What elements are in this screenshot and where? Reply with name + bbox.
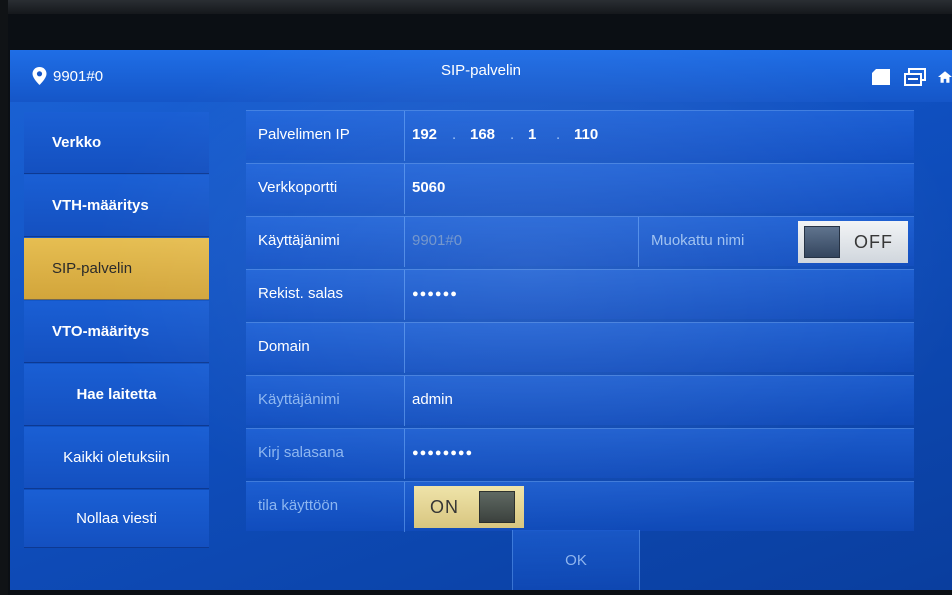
sidebar-item-label: VTO-määritys <box>52 323 150 340</box>
toggle-knob <box>804 226 840 258</box>
toggle-state: OFF <box>854 231 893 252</box>
divider <box>404 376 405 426</box>
sidebar-item-reset[interactable]: Nollaa viesti <box>24 490 209 548</box>
toggle-knob <box>479 491 515 523</box>
domain-row: Domain <box>246 322 914 373</box>
port-label: Verkkoportti <box>258 179 338 196</box>
sd-card-icon[interactable] <box>870 68 892 86</box>
sidebar-item-defaults[interactable]: Kaikki oletuksiin <box>24 427 209 489</box>
ok-button[interactable]: OK <box>512 530 640 590</box>
sidebar-item-label: SIP-palvelin <box>52 260 133 277</box>
ip-separator: . <box>556 126 561 143</box>
enable-row: tila käyttöön ON <box>246 481 914 532</box>
custom-name-label: Muokattu nimi <box>651 232 745 249</box>
top-bar: 9901#0 SIP-palvelin <box>10 50 952 102</box>
sidebar-item-vth[interactable]: VTH-määritys <box>24 175 209 237</box>
toggle-state: ON <box>430 496 459 517</box>
domain-label: Domain <box>258 338 310 355</box>
network-icon[interactable] <box>904 68 926 86</box>
sidebar-item-label: Kaikki oletuksiin <box>63 449 170 466</box>
enable-toggle[interactable]: ON <box>414 486 524 528</box>
login-password-row: Kirj salasana ●●●●●●●● <box>246 428 914 479</box>
page-title: SIP-palvelin <box>440 62 522 79</box>
ip-octet: 110 <box>574 126 599 143</box>
login-username-label: Käyttäjänimi <box>258 391 340 408</box>
reg-password-field[interactable]: ●●●●●● <box>412 288 458 300</box>
reg-password-row: Rekist. salas ●●●●●● <box>246 269 914 320</box>
divider <box>404 482 405 532</box>
divider <box>404 164 405 214</box>
screen: 9901#0 SIP-palvelin Verkko VTH-määritys … <box>10 50 952 590</box>
ip-octet: 168 <box>470 126 496 143</box>
sidebar-item-vto[interactable]: VTO-määritys <box>24 301 209 363</box>
home-icon[interactable] <box>938 68 952 86</box>
port-row: Verkkoportti 5060 <box>246 163 914 214</box>
divider <box>404 270 405 320</box>
login-password-label: Kirj salasana <box>258 444 344 461</box>
sidebar-item-label: VTH-määritys <box>52 197 149 214</box>
status-icons <box>870 68 952 86</box>
sidebar-item-sip[interactable]: SIP-palvelin <box>24 238 209 300</box>
sidebar-item-verkko[interactable]: Verkko <box>24 112 209 174</box>
username-label: Käyttäjänimi <box>258 232 340 249</box>
server-ip-label: Palvelimen IP <box>258 126 350 143</box>
device-bezel-left <box>0 0 8 595</box>
ip-separator: . <box>452 126 457 143</box>
custom-name-toggle[interactable]: OFF <box>798 221 908 263</box>
device-bezel <box>0 0 952 14</box>
sidebar-item-label: Nollaa viesti <box>76 510 157 527</box>
divider <box>404 217 405 267</box>
divider <box>404 429 405 479</box>
login-username-row: Käyttäjänimi admin <box>246 375 914 426</box>
divider <box>404 323 405 373</box>
ip-separator: . <box>510 126 515 143</box>
port-field[interactable]: 5060 <box>412 179 445 196</box>
server-ip-field[interactable]: 192 . 168 . 1 . 110 <box>412 126 614 143</box>
login-username-field[interactable]: admin <box>412 391 453 408</box>
enable-label: tila käyttöön <box>258 497 339 514</box>
sidebar-item-label: Verkko <box>52 134 102 151</box>
sidebar-item-label: Hae laitetta <box>76 386 157 403</box>
username-field[interactable]: 9901#0 <box>412 232 462 249</box>
username-row: Käyttäjänimi 9901#0 Muokattu nimi OFF <box>246 216 914 267</box>
ip-octet: 192 <box>412 126 438 143</box>
login-password-field[interactable]: ●●●●●●●● <box>412 447 473 459</box>
sidebar-item-search[interactable]: Hae laitetta <box>24 364 209 426</box>
server-ip-row: Palvelimen IP 192 . 168 . 1 . 110 <box>246 110 914 161</box>
reg-password-label: Rekist. salas <box>258 285 344 302</box>
ip-octet: 1 <box>528 126 537 143</box>
divider <box>404 111 405 161</box>
divider <box>638 217 639 267</box>
